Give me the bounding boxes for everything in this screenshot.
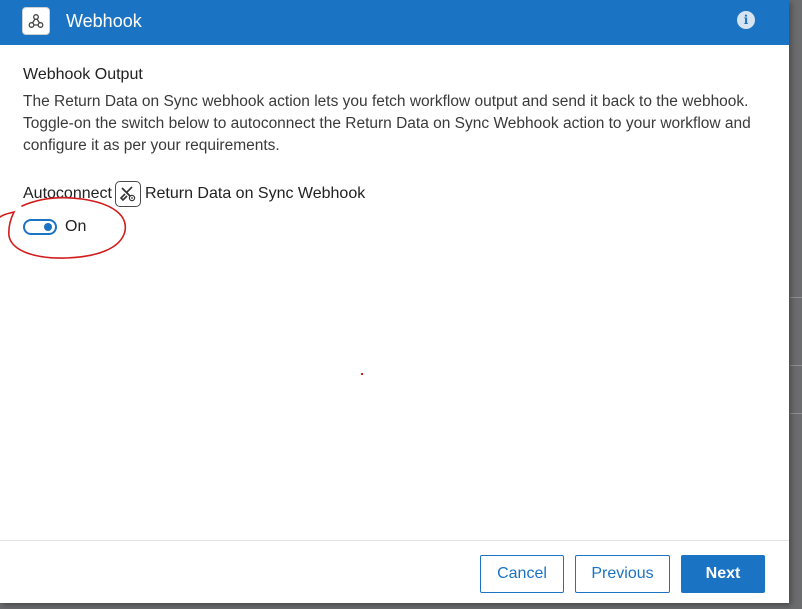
next-button[interactable]: Next [681, 555, 765, 593]
webhook-icon [22, 7, 50, 35]
stray-mark [361, 373, 363, 375]
backdrop-divider [790, 365, 802, 366]
webhook-dialog: Webhook i Webhook Output The Return Data… [0, 0, 789, 603]
autoconnect-toggle[interactable]: On [23, 216, 86, 238]
section-description: The Return Data on Sync webhook action l… [23, 91, 778, 157]
footer-divider [0, 540, 789, 541]
action-name: Return Data on Sync Webhook [144, 185, 366, 202]
description-line: Toggle-on the switch below to autoconnec… [23, 115, 751, 132]
description-line: configure it as per your requirements. [23, 137, 280, 154]
toggle-knob [44, 223, 52, 231]
dialog-header: Webhook i [0, 0, 789, 45]
autoconnect-label: Autoconnect [23, 185, 112, 202]
toggle-state-label: On [65, 218, 87, 235]
dialog-title: Webhook [66, 11, 142, 31]
cancel-button[interactable]: Cancel [480, 555, 564, 593]
section-title: Webhook Output [23, 66, 143, 83]
toggle-switch[interactable] [23, 219, 57, 235]
autoconnect-row: Autoconnect Return Data on Sync Webhook [23, 181, 365, 207]
description-line: The Return Data on Sync webhook action l… [23, 93, 749, 110]
info-icon[interactable]: i [737, 11, 755, 29]
backdrop-divider [790, 297, 802, 298]
tools-icon [114, 181, 141, 207]
previous-button[interactable]: Previous [575, 555, 670, 593]
backdrop-divider [790, 413, 802, 414]
